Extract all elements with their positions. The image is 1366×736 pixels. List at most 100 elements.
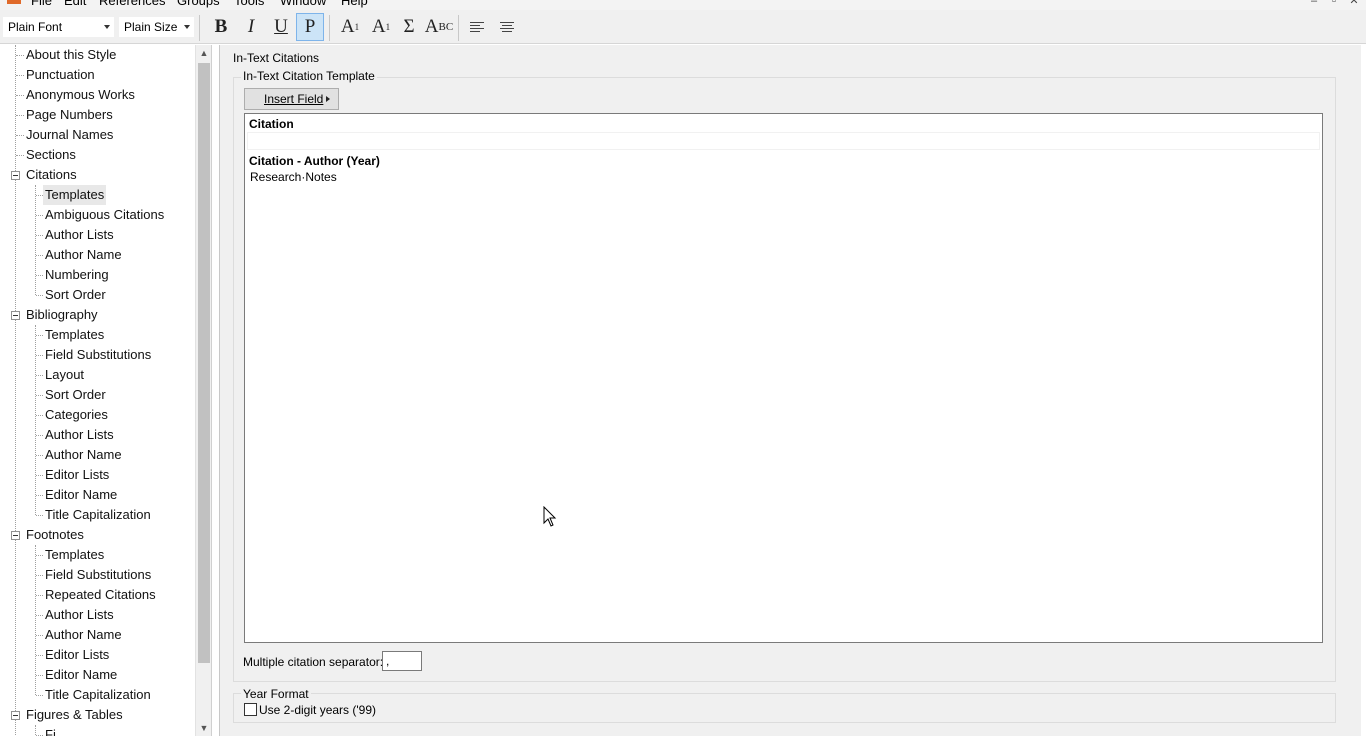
tree-item[interactable]: About this Style [26, 45, 116, 65]
tree-item[interactable]: Categories [45, 405, 108, 425]
size-select-value: Plain Size [124, 20, 178, 34]
tree-connector [36, 375, 43, 376]
collapse-toggle-icon[interactable] [11, 311, 20, 320]
size-select[interactable]: Plain Size [119, 17, 194, 37]
bold-button[interactable]: B [207, 13, 235, 41]
tree-item[interactable]: Author Name [45, 445, 122, 465]
tree-item[interactable]: Bibliography [26, 305, 98, 325]
scrollbar-thumb[interactable] [198, 63, 210, 663]
tree-item[interactable]: Numbering [45, 265, 109, 285]
editor-header: Citation [249, 117, 294, 131]
two-digit-years-checkbox[interactable] [244, 703, 257, 716]
tree-item[interactable]: Templates [45, 545, 104, 565]
tree-connector [35, 185, 36, 295]
tree-item[interactable]: Layout [45, 365, 84, 385]
tree-item[interactable]: Editor Name [45, 485, 117, 505]
tree-item[interactable]: Editor Name [45, 665, 117, 685]
collapse-toggle-icon[interactable] [11, 531, 20, 540]
template-body[interactable]: Research·Notes [250, 170, 337, 184]
tree-connector [36, 595, 43, 596]
tree-connector [36, 435, 43, 436]
tree-item[interactable]: Ambiguous Citations [45, 205, 164, 225]
tree-item[interactable]: Author Name [45, 625, 122, 645]
tree-item[interactable]: Author Name [45, 245, 122, 265]
app-logo-icon [7, 0, 21, 4]
tree-item[interactable]: Footnotes [26, 525, 84, 545]
tree-item[interactable]: Templates [43, 185, 107, 205]
menu-bar: File Edit References Groups Tools Window… [0, 0, 1366, 10]
menu-groups[interactable]: Groups [177, 0, 220, 10]
tree-item[interactable]: Repeated Citations [45, 585, 156, 605]
menu-edit[interactable]: Edit [64, 0, 86, 10]
tree-connector [36, 475, 43, 476]
tree-scrollbar[interactable]: ▲ ▼ [195, 45, 211, 736]
subscript-button[interactable]: A1 [367, 13, 395, 41]
tree-connector [36, 615, 43, 616]
tree-item[interactable]: Figures & Tables [26, 705, 123, 725]
toolbar-divider [329, 15, 330, 41]
window-controls: – ▫ ✕ [1308, 0, 1360, 10]
symbol-button[interactable]: Σ [395, 13, 423, 41]
tree-connector [16, 115, 24, 116]
menu-tools[interactable]: Tools [234, 0, 264, 10]
two-digit-years-label[interactable]: Use 2-digit years ('99) [259, 703, 376, 717]
plain-button[interactable]: P [296, 13, 324, 41]
separator-label: Multiple citation separator: [243, 655, 384, 669]
underline-button[interactable]: U [267, 13, 295, 41]
scroll-up-icon[interactable]: ▲ [196, 45, 211, 61]
separator-input[interactable]: , [382, 651, 422, 671]
close-icon[interactable]: ✕ [1348, 0, 1360, 10]
tree-item[interactable]: Sort Order [45, 385, 106, 405]
tree-item[interactable]: Sort Order [45, 285, 106, 305]
restore-icon[interactable]: ▫ [1328, 0, 1340, 10]
small-caps-button[interactable]: A BC [423, 13, 455, 41]
year-format-group [233, 693, 1336, 723]
tree-item[interactable]: Field Substitutions [45, 565, 151, 585]
tree-item[interactable]: Sections [26, 145, 76, 165]
collapse-toggle-icon[interactable] [11, 171, 20, 180]
tree-item[interactable]: Journal Names [26, 125, 113, 145]
menu-help[interactable]: Help [341, 0, 368, 10]
tree-item[interactable]: Fi [45, 725, 56, 736]
insert-field-button[interactable]: Insert Field [244, 88, 339, 110]
tree-connector [36, 295, 43, 296]
minimize-icon[interactable]: – [1308, 0, 1320, 10]
style-tree-panel: About this Style Punctuation Anonymous Wor… [0, 45, 212, 736]
format-toolbar: Plain Font Plain Size B I U P A1 A1 Σ AB… [0, 10, 1366, 44]
chevron-down-icon [184, 25, 190, 29]
font-select[interactable]: Plain Font [3, 17, 114, 37]
tree-connector [15, 45, 16, 735]
tree-connector [36, 655, 43, 656]
tree-item[interactable]: Author Lists [45, 425, 114, 445]
tree-connector [36, 255, 43, 256]
collapse-toggle-icon[interactable] [11, 711, 20, 720]
tree-item[interactable]: Page Numbers [26, 105, 113, 125]
align-center-icon[interactable] [499, 20, 515, 34]
tree-item[interactable]: Field Substitutions [45, 345, 151, 365]
small-caps-icon-mark: BC [438, 21, 454, 33]
tree-item[interactable]: Editor Lists [45, 645, 109, 665]
tree-item[interactable]: Templates [45, 325, 104, 345]
menu-file[interactable]: File [31, 0, 52, 10]
align-left-icon[interactable] [469, 20, 485, 34]
tree-item[interactable]: Title Capitalization [45, 685, 151, 705]
in-text-citations-panel: In-Text Citations In-Text Citation Templ… [219, 45, 1361, 736]
superscript-button[interactable]: A1 [336, 13, 364, 41]
tree-item[interactable]: Author Lists [45, 605, 114, 625]
tree-item[interactable]: Editor Lists [45, 465, 109, 485]
tree-connector [36, 635, 43, 636]
small-caps-icon-letter: A [424, 16, 439, 37]
tree-item[interactable]: Author Lists [45, 225, 114, 245]
italic-button[interactable]: I [237, 13, 265, 41]
menu-window[interactable]: Window [280, 0, 326, 10]
tree-item[interactable]: Punctuation [26, 65, 95, 85]
superscript-icon-mark: 1 [354, 22, 360, 32]
template-editor[interactable]: Citation Citation - Author (Year) Resear… [244, 113, 1323, 643]
scroll-down-icon[interactable]: ▼ [196, 720, 211, 736]
menu-references[interactable]: References [99, 0, 165, 10]
tree-item[interactable]: Title Capitalization [45, 505, 151, 525]
tree-item[interactable]: Citations [26, 165, 77, 185]
tree-connector [16, 135, 24, 136]
tree-connector [36, 275, 43, 276]
tree-item[interactable]: Anonymous Works [26, 85, 135, 105]
